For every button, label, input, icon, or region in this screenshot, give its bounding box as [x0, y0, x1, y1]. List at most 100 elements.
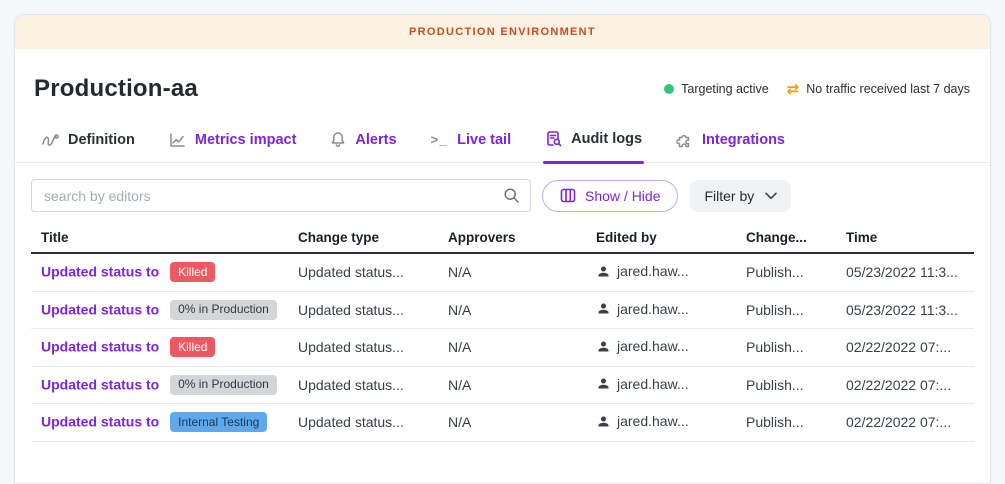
audit-log-table: Title Change type Approvers Edited by Ch…: [31, 222, 974, 442]
scribble-icon: [41, 132, 59, 148]
change-type-cell: Updated status...: [288, 339, 438, 355]
traffic-arrows-icon: ⇄: [787, 82, 800, 97]
edited-by-cell: jared.haw...: [586, 263, 736, 282]
filter-by-label: Filter by: [704, 188, 754, 204]
targeting-status: Targeting active: [664, 82, 769, 96]
production-environment-banner: PRODUCTION ENVIRONMENT: [15, 15, 990, 49]
chevron-down-icon: [765, 192, 777, 200]
tab-label: Integrations: [702, 132, 785, 148]
person-icon: [596, 339, 611, 354]
targeting-status-label: Targeting active: [681, 82, 769, 96]
edited-by-cell: jared.haw...: [586, 376, 736, 395]
status-badge: Killed: [170, 262, 215, 282]
edited-by-cell: jared.haw...: [586, 413, 736, 432]
approvers-cell: N/A: [438, 302, 586, 318]
edited-by-value: jared.haw...: [617, 263, 689, 279]
column-header-change-type[interactable]: Change type: [288, 230, 438, 245]
person-icon: [596, 264, 611, 279]
time-cell: 05/23/2022 11:3...: [836, 264, 974, 280]
change-cell: Publish...: [736, 264, 836, 280]
audit-toolbar: Show / Hide Filter by: [31, 179, 970, 212]
line-chart-icon: [169, 132, 186, 148]
column-header-time[interactable]: Time: [836, 230, 974, 245]
table-row[interactable]: Updated status to Killed Updated status.…: [31, 329, 974, 367]
terminal-icon: >_: [431, 133, 449, 148]
title-cell: Updated status to Internal Testing: [31, 412, 288, 432]
approvers-cell: N/A: [438, 264, 586, 280]
search-wrap: [31, 179, 531, 212]
filter-by-button[interactable]: Filter by: [690, 180, 791, 212]
traffic-status: ⇄ No traffic received last 7 days: [787, 82, 970, 97]
status-badge: 0% in Production: [170, 375, 277, 395]
change-type-cell: Updated status...: [288, 377, 438, 393]
edited-by-cell: jared.haw...: [586, 301, 736, 320]
tab-audit-logs[interactable]: Audit logs: [545, 130, 642, 162]
tab-bar: Definition Metrics impact Alerts >_ Live…: [15, 103, 990, 163]
column-header-change[interactable]: Change...: [736, 230, 836, 245]
edited-by-cell: jared.haw...: [586, 338, 736, 357]
approvers-cell: N/A: [438, 339, 586, 355]
environment-card: PRODUCTION ENVIRONMENT Production-aa Tar…: [14, 14, 991, 484]
tab-label: Metrics impact: [195, 132, 297, 148]
audit-entry-link[interactable]: Updated status to: [41, 301, 159, 317]
change-type-cell: Updated status...: [288, 302, 438, 318]
column-header-title[interactable]: Title: [31, 230, 288, 245]
status-badge: 0% in Production: [170, 300, 277, 320]
table-row[interactable]: Updated status to 0% in Production Updat…: [31, 367, 974, 405]
time-cell: 02/22/2022 07:...: [836, 339, 974, 355]
change-cell: Publish...: [736, 339, 836, 355]
tab-metrics-impact[interactable]: Metrics impact: [169, 132, 297, 162]
change-cell: Publish...: [736, 414, 836, 430]
banner-text: PRODUCTION ENVIRONMENT: [409, 26, 596, 38]
show-hide-button[interactable]: Show / Hide: [542, 180, 678, 212]
table-row[interactable]: Updated status to Killed Updated status.…: [31, 254, 974, 292]
column-header-approvers[interactable]: Approvers: [438, 230, 586, 245]
tab-label: Live tail: [457, 132, 511, 148]
table-row[interactable]: Updated status to Internal Testing Updat…: [31, 404, 974, 442]
table-body: Updated status to Killed Updated status.…: [31, 254, 974, 442]
time-cell: 02/22/2022 07:...: [836, 377, 974, 393]
audit-entry-link[interactable]: Updated status to: [41, 339, 159, 355]
tab-integrations[interactable]: Integrations: [676, 131, 785, 162]
person-icon: [596, 301, 611, 316]
approvers-cell: N/A: [438, 377, 586, 393]
title-cell: Updated status to Killed: [31, 262, 288, 282]
change-type-cell: Updated status...: [288, 414, 438, 430]
columns-icon: [560, 188, 576, 203]
traffic-status-label: No traffic received last 7 days: [806, 82, 970, 96]
tab-alerts[interactable]: Alerts: [330, 131, 396, 162]
tab-label: Alerts: [355, 132, 396, 148]
status-badge: Killed: [170, 337, 215, 357]
bell-icon: [330, 131, 346, 148]
green-dot-icon: [664, 84, 674, 94]
audit-log-icon: [545, 130, 562, 148]
page-header: Production-aa Targeting active ⇄ No traf…: [15, 49, 990, 103]
audit-entry-link[interactable]: Updated status to: [41, 264, 159, 280]
title-cell: Updated status to Killed: [31, 337, 288, 357]
person-icon: [596, 376, 611, 391]
tab-live-tail[interactable]: >_ Live tail: [431, 132, 512, 162]
table-header-row: Title Change type Approvers Edited by Ch…: [31, 222, 974, 254]
edited-by-value: jared.haw...: [617, 338, 689, 354]
tab-definition[interactable]: Definition: [41, 132, 135, 162]
audit-entry-link[interactable]: Updated status to: [41, 376, 159, 392]
time-cell: 02/22/2022 07:...: [836, 414, 974, 430]
search-input[interactable]: [31, 179, 531, 212]
change-cell: Publish...: [736, 377, 836, 393]
change-type-cell: Updated status...: [288, 264, 438, 280]
change-cell: Publish...: [736, 302, 836, 318]
approvers-cell: N/A: [438, 414, 586, 430]
edited-by-value: jared.haw...: [617, 376, 689, 392]
page-title: Production-aa: [34, 75, 198, 103]
time-cell: 05/23/2022 11:3...: [836, 302, 974, 318]
tab-label: Definition: [68, 132, 135, 148]
puzzle-icon: [676, 131, 693, 148]
audit-entry-link[interactable]: Updated status to: [41, 414, 159, 430]
table-row[interactable]: Updated status to 0% in Production Updat…: [31, 292, 974, 330]
tab-label: Audit logs: [571, 131, 642, 147]
status-indicators: Targeting active ⇄ No traffic received l…: [664, 82, 970, 97]
column-header-edited-by[interactable]: Edited by: [586, 230, 736, 245]
edited-by-value: jared.haw...: [617, 301, 689, 317]
person-icon: [596, 414, 611, 429]
title-cell: Updated status to 0% in Production: [31, 375, 288, 395]
